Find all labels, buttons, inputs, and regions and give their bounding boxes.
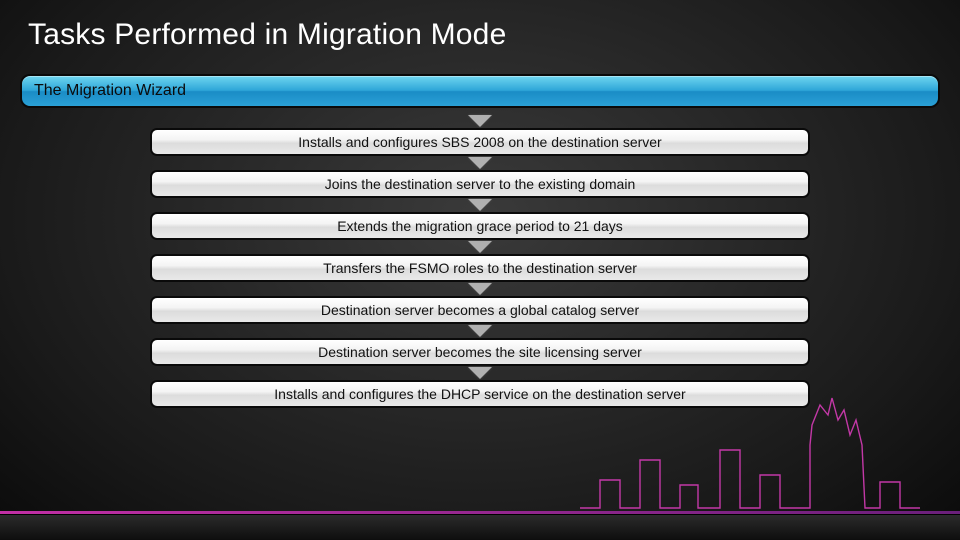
skyline-decoration	[580, 390, 920, 510]
step-item: Transfers the FSMO roles to the destinat…	[150, 254, 810, 282]
step-item: Installs and configures SBS 2008 on the …	[150, 128, 810, 156]
footer-bar	[0, 514, 960, 540]
arrow-down-icon	[468, 367, 492, 379]
wizard-header: The Migration Wizard	[20, 74, 940, 108]
step-item: Installs and configures the DHCP service…	[150, 380, 810, 408]
steps-list: Installs and configures SBS 2008 on the …	[20, 114, 940, 408]
arrow-down-icon	[468, 325, 492, 337]
step-item: Joins the destination server to the exis…	[150, 170, 810, 198]
arrow-down-icon	[468, 199, 492, 211]
arrow-down-icon	[468, 157, 492, 169]
slide-content: The Migration Wizard Installs and config…	[0, 52, 960, 408]
slide-title: Tasks Performed in Migration Mode	[0, 0, 960, 52]
step-item: Destination server becomes a global cata…	[150, 296, 810, 324]
arrow-down-icon	[468, 283, 492, 295]
step-item: Extends the migration grace period to 21…	[150, 212, 810, 240]
arrow-down-icon	[468, 241, 492, 253]
arrow-down-icon	[468, 115, 492, 127]
step-item: Destination server becomes the site lice…	[150, 338, 810, 366]
